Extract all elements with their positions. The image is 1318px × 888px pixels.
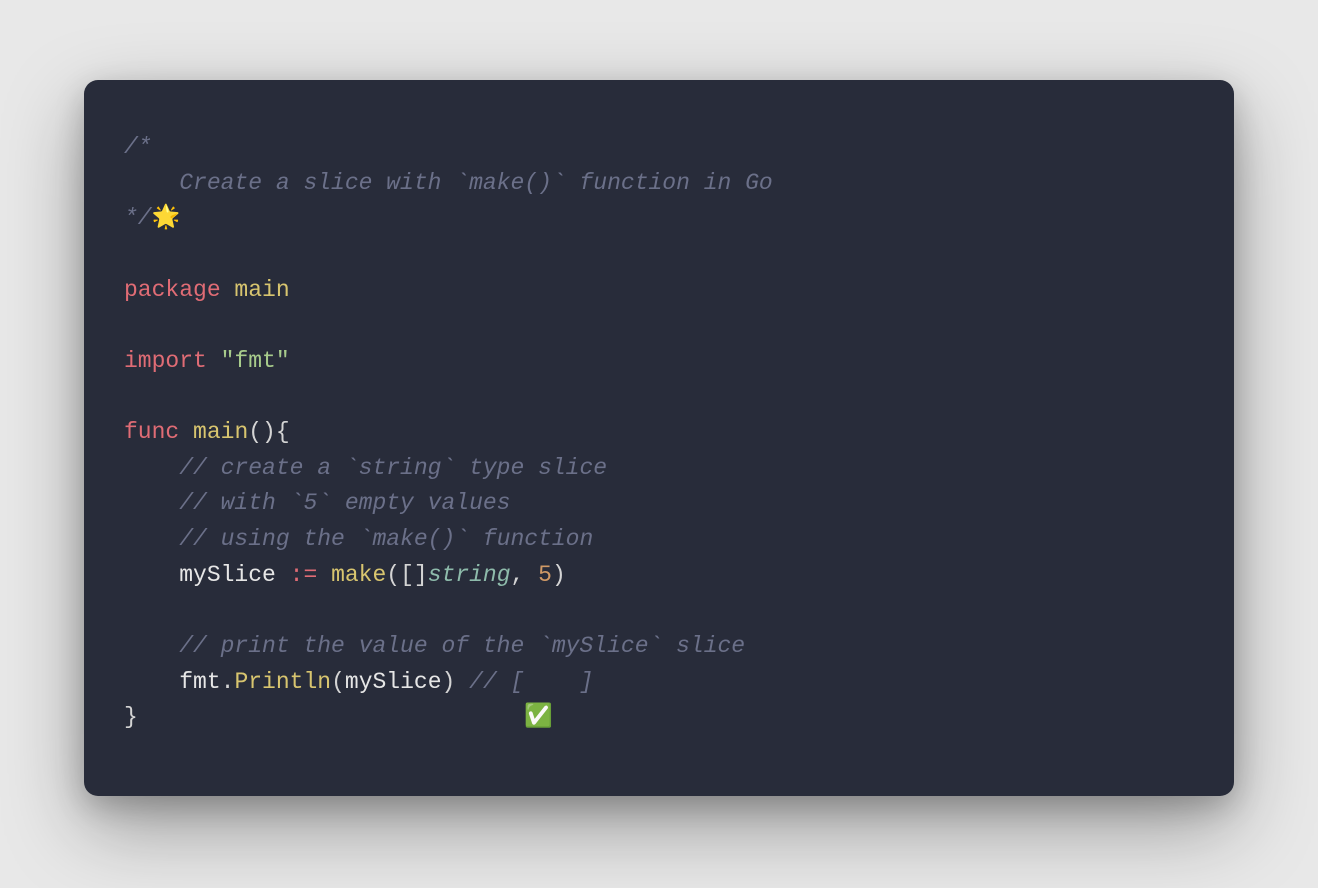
punct-close: } bbox=[124, 704, 138, 730]
module-fmt: fmt bbox=[179, 669, 220, 695]
punct: ([] bbox=[386, 562, 427, 588]
builtin-make: make bbox=[331, 562, 386, 588]
dot: . bbox=[221, 669, 235, 695]
punct: (){ bbox=[248, 419, 289, 445]
identifier: mySlice bbox=[179, 562, 276, 588]
punct: , bbox=[511, 562, 539, 588]
keyword-func: func bbox=[124, 419, 179, 445]
space bbox=[276, 562, 290, 588]
operator: := bbox=[290, 562, 318, 588]
indent bbox=[124, 526, 179, 552]
space bbox=[207, 348, 221, 374]
space bbox=[455, 669, 469, 695]
identifier: mySlice bbox=[345, 669, 442, 695]
import-string: "fmt" bbox=[221, 348, 290, 374]
type-string: string bbox=[428, 562, 511, 588]
space bbox=[179, 419, 193, 445]
package-name: main bbox=[221, 277, 290, 303]
indent bbox=[124, 669, 179, 695]
check-icon: ✅ bbox=[524, 704, 553, 730]
keyword-package: package bbox=[124, 277, 221, 303]
indent bbox=[124, 633, 179, 659]
indent bbox=[124, 562, 179, 588]
comment-line: Create a slice with `make()` function in… bbox=[124, 170, 773, 196]
comment-line: // with `5` empty values bbox=[179, 490, 510, 516]
padding bbox=[138, 704, 524, 730]
comment-block-end: */ bbox=[124, 205, 152, 231]
keyword-import: import bbox=[124, 348, 207, 374]
comment-line: // print the value of the `mySlice` slic… bbox=[179, 633, 745, 659]
code-snippet-card: /* Create a slice with `make()` function… bbox=[84, 80, 1234, 796]
star-icon: 🌟 bbox=[152, 205, 181, 231]
punct: ( bbox=[331, 669, 345, 695]
indent bbox=[124, 455, 179, 481]
method-println: Println bbox=[234, 669, 331, 695]
indent bbox=[124, 490, 179, 516]
number-literal: 5 bbox=[538, 562, 552, 588]
comment-inline: // [ ] bbox=[469, 669, 593, 695]
code-block: /* Create a slice with `make()` function… bbox=[124, 130, 1194, 736]
comment-line: // create a `string` type slice bbox=[179, 455, 607, 481]
comment-line: // using the `make()` function bbox=[179, 526, 593, 552]
punct: ) bbox=[552, 562, 566, 588]
comment-block-start: /* bbox=[124, 134, 152, 160]
func-name-main: main bbox=[193, 419, 248, 445]
punct: ) bbox=[442, 669, 456, 695]
space bbox=[317, 562, 331, 588]
